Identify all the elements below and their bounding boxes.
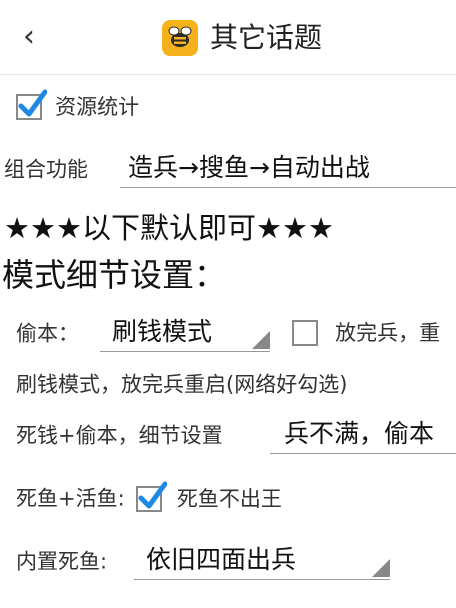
- combo-label: 组合功能: [4, 157, 88, 182]
- check-icon: [138, 481, 167, 508]
- no-king-checkbox[interactable]: [135, 481, 167, 512]
- resource-stats-row[interactable]: 资源统计: [16, 88, 139, 124]
- dead-steal-label-row: 死钱+偷本，细节设置: [16, 418, 223, 452]
- restart-checkbox-row[interactable]: 放完兵，重: [292, 314, 440, 350]
- check-icon: [18, 89, 47, 116]
- back-arrow-icon[interactable]: ‹: [14, 20, 44, 54]
- page-title: 其它话题: [210, 21, 323, 54]
- combo-spinner[interactable]: 造兵→搜鱼→自动出战: [120, 148, 456, 188]
- builtin-label: 内置死鱼:: [16, 549, 108, 574]
- resource-stats-checkbox[interactable]: [16, 89, 47, 120]
- builtin-label-row: 内置死鱼:: [16, 544, 107, 578]
- dropdown-triangle-icon: [372, 559, 390, 577]
- mode-heading: 模式细节设置：: [2, 256, 227, 294]
- steal-label: 偷本：: [16, 321, 79, 346]
- combo-label-row: 组合功能: [4, 152, 88, 186]
- restart-checkbox-label: 放完兵，重: [335, 320, 441, 345]
- dead-steal-label: 死钱+偷本，细节设置: [16, 423, 223, 448]
- steal-mode-spinner[interactable]: 刷钱模式: [100, 312, 270, 352]
- farm-mode-description: 刷钱模式，放完兵重启(网络好勾选): [16, 368, 347, 400]
- steal-mode-value: 刷钱模式: [112, 317, 213, 346]
- dropdown-triangle-icon: [252, 331, 270, 349]
- top-bar: ‹ 其它话题: [0, 0, 456, 75]
- dead-live-row[interactable]: 死鱼+活鱼: 死鱼不出王: [16, 480, 282, 516]
- farm-mode-description-text: 刷钱模式，放完兵重启(网络好勾选): [16, 372, 348, 397]
- restart-checkbox[interactable]: [292, 319, 318, 346]
- bee-logo-icon: [162, 20, 198, 56]
- default-note: ★★★以下默认即可★★★: [4, 211, 334, 245]
- steal-label-row: 偷本：: [16, 316, 79, 350]
- builtin-spinner[interactable]: 依旧四面出兵: [134, 540, 390, 580]
- no-king-checkbox-label: 死鱼不出王: [176, 486, 282, 511]
- builtin-value: 依旧四面出兵: [146, 545, 297, 574]
- dead-steal-spinner[interactable]: 兵不满，偷本: [270, 414, 456, 454]
- combo-value: 造兵→搜鱼→自动出战: [128, 153, 370, 182]
- resource-stats-label: 资源统计: [55, 94, 140, 119]
- dead-steal-value: 兵不满，偷本: [284, 419, 435, 448]
- dead-live-label: 死鱼+活鱼:: [16, 486, 125, 511]
